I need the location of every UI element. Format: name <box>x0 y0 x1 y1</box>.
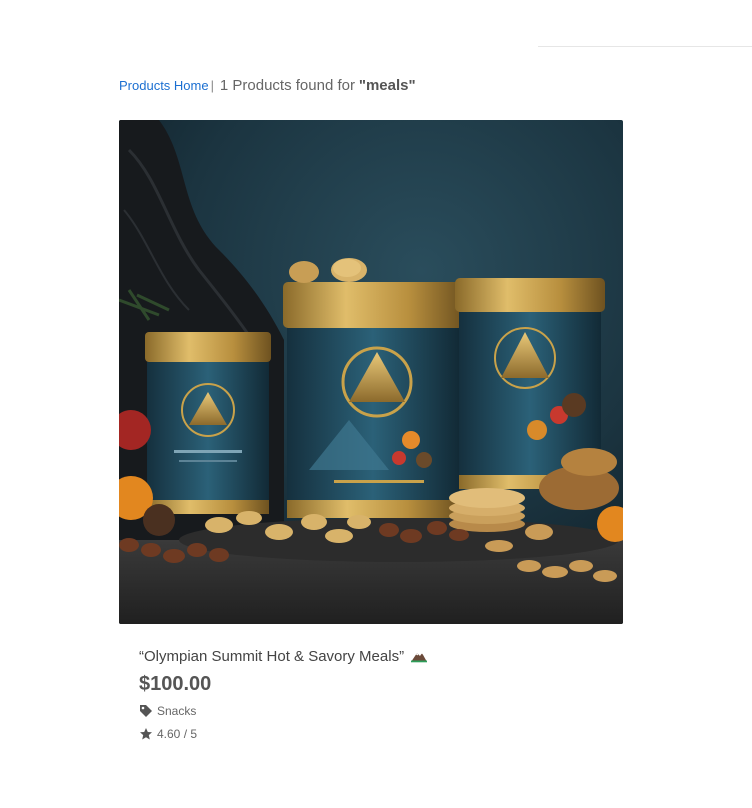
header-divider <box>538 46 752 47</box>
breadcrumb-separator: | <box>210 78 214 93</box>
product-rating: 4.60 / 5 <box>139 725 623 743</box>
tag-icon <box>140 705 152 717</box>
product-title-row[interactable]: “Olympian Summit Hot & Savory Meals” <box>139 647 623 667</box>
search-query: "meals" <box>358 77 416 94</box>
product-category: Snacks <box>139 702 623 720</box>
results-count-text: 1 Products found for <box>219 77 355 94</box>
products-home-link[interactable]: Products Home <box>119 78 209 93</box>
product-title[interactable]: “Olympian Summit Hot & Savory Meals” <box>139 648 404 665</box>
star-icon <box>140 728 152 740</box>
product-card[interactable]: “Olympian Summit Hot & Savory Meals” $10… <box>119 120 623 743</box>
product-price: $100.00 <box>139 673 212 695</box>
mountain-emoji-icon <box>411 653 428 663</box>
rating-label: 4.60 / 5 <box>157 727 198 741</box>
breadcrumb: Products Home | 1 Products found for "mea… <box>119 76 416 95</box>
category-label: Snacks <box>157 704 197 718</box>
product-info: “Olympian Summit Hot & Savory Meals” $10… <box>119 647 623 743</box>
product-image[interactable] <box>119 120 623 624</box>
